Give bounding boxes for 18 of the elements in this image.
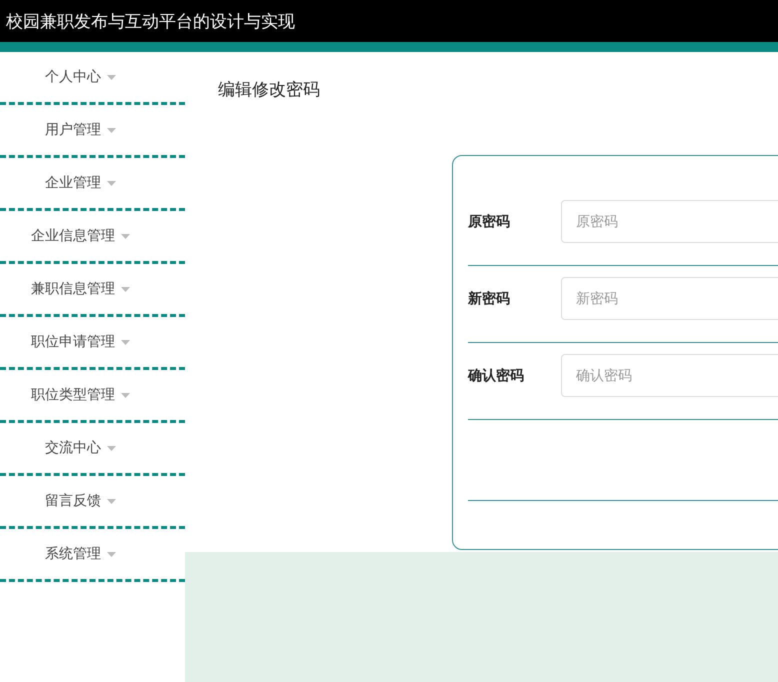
- caret-icon: [107, 498, 116, 504]
- caret-icon: [107, 180, 116, 186]
- caret-icon: [107, 446, 116, 450]
- app-title: 校园兼职发布与互动平台的设计与实现: [6, 10, 295, 32]
- field-label: 确认密码: [468, 366, 525, 384]
- password-field[interactable]: 原密码: [561, 200, 778, 243]
- page-title: 编辑修改密码: [218, 79, 320, 101]
- caret-icon: [121, 234, 130, 238]
- caret-icon: [107, 74, 116, 80]
- field-label: 原密码: [468, 212, 511, 230]
- field-label: 新密码: [468, 290, 511, 308]
- caret-icon: [121, 340, 130, 344]
- caret-icon: [107, 128, 116, 132]
- caret-icon: [107, 552, 116, 556]
- password-field[interactable]: 确认密码: [561, 354, 778, 397]
- caret-icon: [121, 286, 130, 292]
- password-field[interactable]: 新密码: [561, 277, 778, 320]
- caret-icon: [121, 392, 130, 398]
